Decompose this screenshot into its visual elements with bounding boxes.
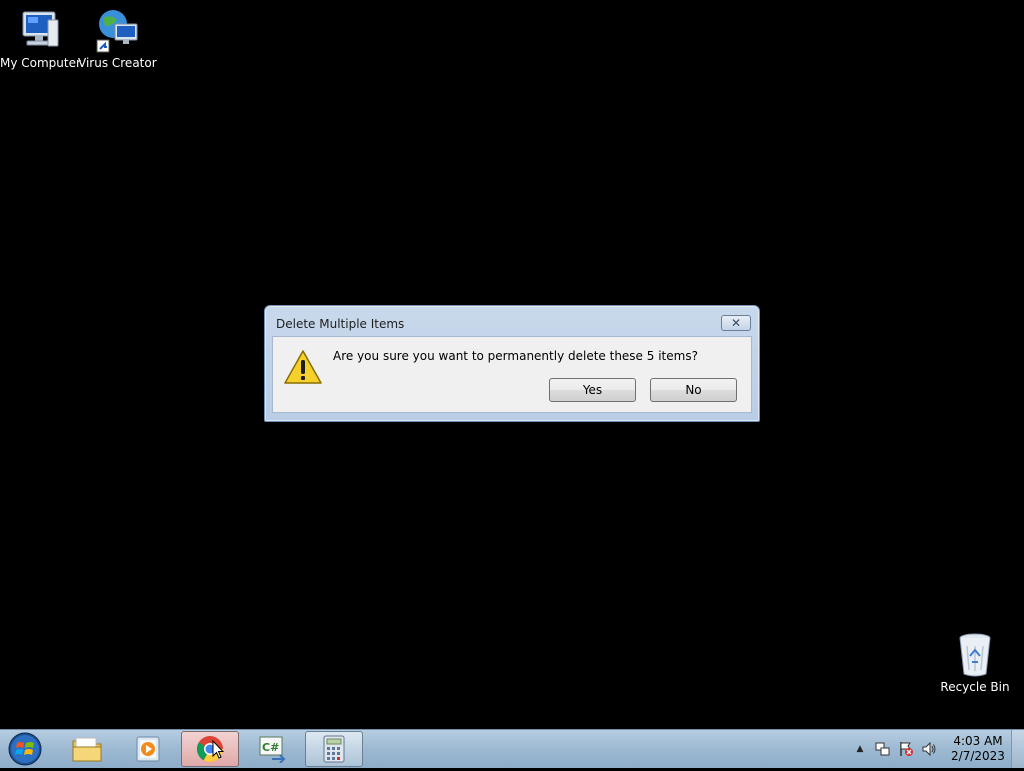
delete-confirm-dialog: Delete Multiple Items ✕ Are you sure you… [264,305,760,422]
clock[interactable]: 4:03 AM 2/7/2023 [946,734,1010,764]
show-desktop-button[interactable] [1011,730,1024,768]
dialog-message: Are you sure you want to permanently del… [333,349,698,363]
desktop-icon-label: Recycle Bin [940,680,1010,694]
network-globe-icon [93,6,141,54]
taskbar-file-explorer[interactable] [58,731,116,767]
taskbar-chrome[interactable] [181,731,239,767]
csharp-project-icon: C# [259,736,286,763]
desktop: My Computer Virus Creator Recycle Bin De… [0,0,1024,729]
computer-icon [15,6,63,54]
volume-icon[interactable] [920,740,938,758]
start-button[interactable] [6,731,44,767]
desktop-icon-label: My Computer [0,56,81,70]
taskbar-calculator[interactable] [305,731,363,767]
taskbar: C# ▲ 4:03 AM 2/7/2023 [0,729,1024,768]
clock-date: 2/7/2023 [951,749,1005,763]
calculator-icon [323,735,345,763]
desktop-icon-recycle-bin[interactable]: Recycle Bin [936,630,1014,694]
no-button[interactable]: No [650,378,737,402]
svg-text:C#: C# [262,741,279,754]
network-icon[interactable] [874,740,892,758]
yes-button[interactable]: Yes [549,378,636,402]
action-center-icon[interactable] [897,740,915,758]
dialog-body: Are you sure you want to permanently del… [272,336,752,413]
desktop-icon-virus-creator[interactable]: Virus Creator [78,6,157,70]
taskbar-media-player[interactable] [120,731,178,767]
taskbar-csharp-project[interactable]: C# [243,731,301,767]
system-tray: ▲ 4:03 AM 2/7/2023 [846,730,1010,768]
recycle-bin-icon [951,630,999,678]
clock-time: 4:03 AM [953,734,1003,748]
show-hidden-icons-icon[interactable]: ▲ [851,740,869,758]
close-button[interactable]: ✕ [721,315,751,331]
warning-icon [283,349,323,385]
desktop-icon-label: Virus Creator [78,56,157,70]
mouse-cursor-icon [212,740,224,759]
dialog-title: Delete Multiple Items [276,317,405,331]
windows-start-orb-icon [8,732,42,766]
close-icon: ✕ [730,316,742,330]
desktop-icon-my-computer[interactable]: My Computer [0,6,81,70]
media-player-icon [136,736,160,762]
file-explorer-icon [72,737,102,762]
